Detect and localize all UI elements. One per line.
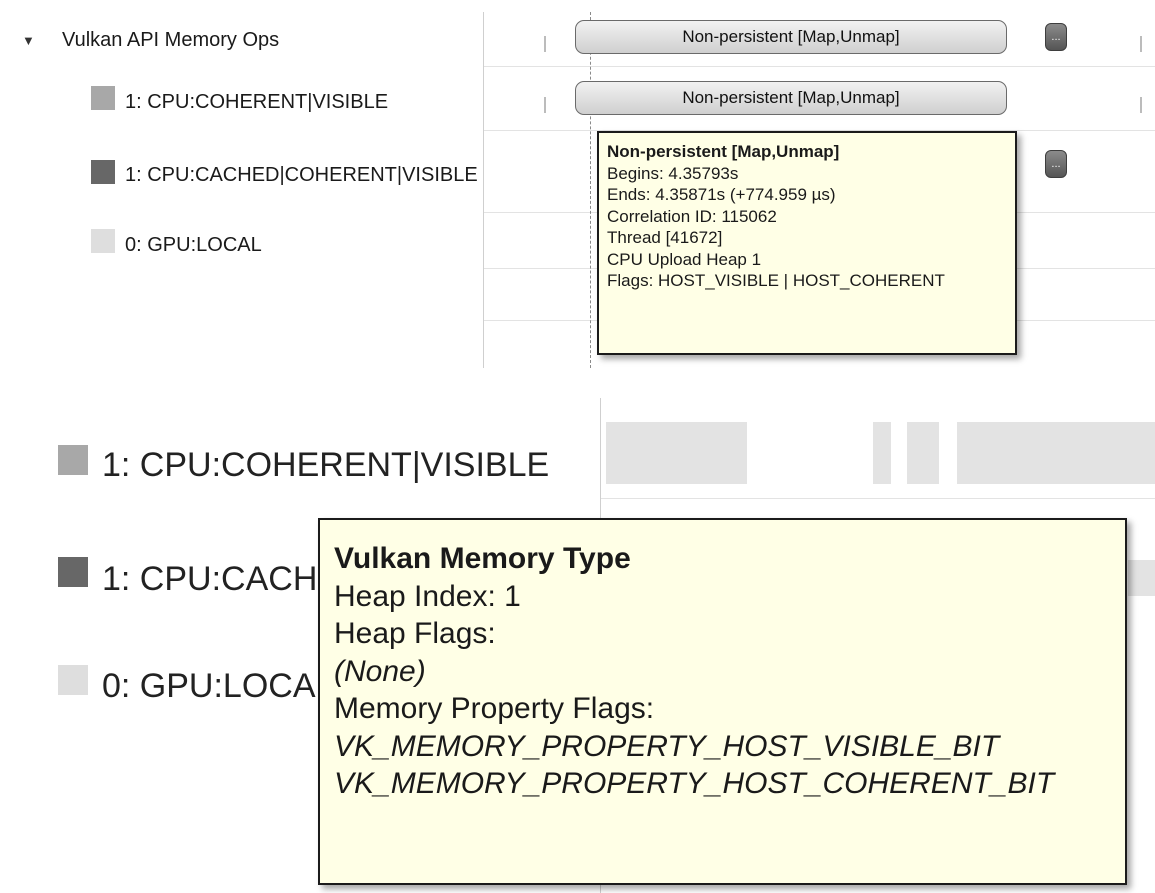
swatch-gpu-local-icon [91,229,115,253]
more-events-button[interactable]: ... [1045,150,1067,178]
tooltip-title: Non-persistent [Map,Unmap] [607,142,840,161]
expand-triangle-icon[interactable]: ▼ [22,33,35,48]
tree-item-cached-coherent-visible[interactable]: 1: CPU:CACHED|COHERENT|VISIBLE [125,164,478,187]
tooltip-ends: Ends: 4.35871s (+774.959 µs) [607,185,836,204]
tooltip-heap-flags-label: Heap Flags: [334,617,496,650]
tooltip-flags: Flags: HOST_VISIBLE | HOST_COHERENT [607,271,945,290]
tree-item-coherent-visible[interactable]: 1: CPU:COHERENT|VISIBLE [125,91,388,114]
group-label-vulkan-memory-ops[interactable]: Vulkan API Memory Ops [62,29,279,52]
tree-item-gpu-local[interactable]: 0: GPU:LOCAL [125,234,262,257]
swatch-coherent-visible-icon [58,445,88,475]
tooltip-heap-index: Heap Index: 1 [334,579,521,613]
memory-usage-block [606,422,747,484]
more-events-button[interactable]: ... [1045,23,1067,51]
zoom-label-cached: 1: CPU:CACH [102,560,318,598]
swatch-cached-coherent-visible-icon [58,557,88,587]
swatch-gpu-local-icon [58,665,88,695]
tooltip-title: Vulkan Memory Type [334,542,631,575]
time-cursor-line [590,12,591,368]
tooltip-mem-props-label: Memory Property Flags: [334,692,655,725]
zoom-label-gpu-local: 0: GPU:LOCA [102,667,316,705]
event-tick [1140,36,1142,52]
event-tooltip: Non-persistent [Map,Unmap] Begins: 4.357… [597,131,1017,355]
event-tick [544,97,546,113]
event-pill-label: Non-persistent [Map,Unmap] [682,88,900,107]
memory-usage-block [873,422,891,484]
tooltip-correlation-id: Correlation ID: 115062 [607,206,777,226]
tooltip-thread: Thread [41672] [607,228,723,247]
tooltip-heap-flags-value: (None) [334,654,426,688]
event-pill-label: Non-persistent [Map,Unmap] [682,27,900,46]
event-pill-row1[interactable]: Non-persistent [Map,Unmap] [575,20,1007,54]
event-pill-row2[interactable]: Non-persistent [Map,Unmap] [575,81,1007,115]
tooltip-mem-prop-host-coherent: VK_MEMORY_PROPERTY_HOST_COHERENT_BIT [334,767,1055,800]
swatch-cached-coherent-visible-icon [91,160,115,184]
tooltip-mem-prop-host-visible: VK_MEMORY_PROPERTY_HOST_VISIBLE_BIT [334,729,1000,763]
memory-usage-block [907,422,939,484]
tooltip-begins: Begins: 4.35793s [607,163,739,183]
memory-type-tooltip: Vulkan Memory Type Heap Index: 1 Heap Fl… [318,518,1127,885]
swatch-coherent-visible-icon [91,86,115,110]
event-tick [544,36,546,52]
tooltip-heap: CPU Upload Heap 1 [607,249,762,269]
row-separator [601,498,1155,499]
row-separator [484,66,1155,67]
memory-usage-block [1128,560,1155,596]
event-tick [1140,97,1142,113]
memory-usage-block [957,422,1155,484]
zoom-label-coherent-visible: 1: CPU:COHERENT|VISIBLE [102,446,550,484]
